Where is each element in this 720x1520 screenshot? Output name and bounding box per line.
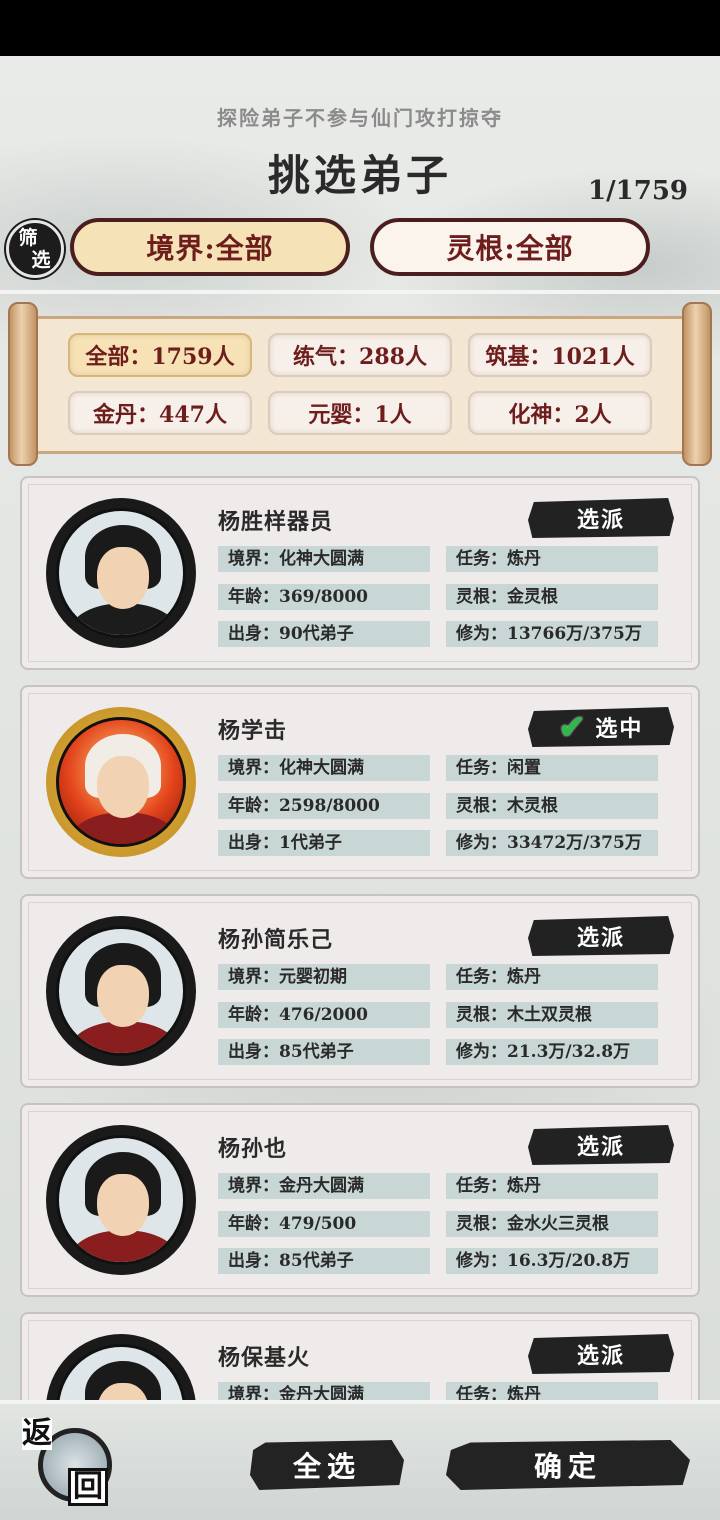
stat-label: 筑基：1021人 [485,344,635,370]
divider [0,290,720,294]
stat-label: 金丹：447人 [93,402,227,428]
root-field: 灵根：木土双灵根 [446,1002,658,1028]
back-label-top: 返 [22,1416,52,1451]
select-all-button[interactable]: 全选 [250,1440,404,1490]
scroll-rod-right [682,302,712,466]
avatar [46,1125,196,1275]
task-field: 任务：炼丹 [446,1382,658,1400]
root-field: 灵根：木灵根 [446,793,658,819]
stat-tab-yuanying[interactable]: 元婴：1人 [268,391,452,435]
realm-filter-button[interactable]: 境界:全部 [70,218,350,276]
stat-label: 全部：1759人 [85,344,235,370]
disciple-card: 杨孙也 选派 境界：金丹大圆满 任务：炼丹 年龄：479/500 灵根：金水火三… [20,1103,700,1297]
origin-field: 出身：85代弟子 [218,1248,430,1274]
dispatch-button[interactable]: 选派 [528,1125,674,1165]
disciple-card: 杨孙简乐己 选派 境界：元婴初期 任务：炼丹 年龄：476/2000 灵根：木土… [20,894,700,1088]
back-button[interactable]: 返 回 [22,1418,112,1510]
task-field: 任务：闲置 [446,755,658,781]
stat-label: 化神：2人 [508,402,612,428]
filter-icon-top: 筛 [18,227,38,249]
disciple-card: 杨胜样器员 选派 境界：化神大圆满 任务：炼丹 年龄：369/8000 灵根：金… [20,476,700,670]
dispatch-label: 选派 [576,1343,625,1369]
realm-field: 境界：元婴初期 [218,964,430,990]
task-field: 任务：炼丹 [446,964,658,990]
cultivation-field: 修为：21.3万/32.8万 [446,1039,658,1065]
disciple-card: 杨保基火 选派 境界：金丹大圆满 任务：炼丹 [20,1312,700,1400]
avatar [46,916,196,1066]
task-field: 任务：炼丹 [446,1173,658,1199]
filter-icon-bottom: 选 [31,249,51,271]
cultivation-field: 修为：13766万/375万 [446,621,658,647]
dispatch-label: 选派 [576,925,625,951]
filter-icon: 筛 选 [6,220,64,278]
origin-field: 出身：85代弟子 [218,1039,430,1065]
dispatch-label: 选派 [576,1134,625,1160]
stat-label: 元婴：1人 [308,402,412,428]
disciple-list[interactable]: 杨胜样器员 选派 境界：化神大圆满 任务：炼丹 年龄：369/8000 灵根：金… [0,474,720,1400]
disciple-name: 杨孙也 [218,1136,288,1162]
header-tip: 探险弟子不参与仙门攻打掠夺 [217,106,503,130]
scroll-rod-left [8,302,38,466]
avatar [46,1334,196,1400]
root-field: 灵根：金水火三灵根 [446,1211,658,1237]
disciple-card: 杨学击 ✔ 选中 境界：化神大圆满 任务：闲置 年龄：2598/8000 灵根：… [20,685,700,879]
age-field: 年龄：476/2000 [218,1002,430,1028]
stat-tab-lianqi[interactable]: 练气：288人 [268,333,452,377]
disciple-name: 杨学击 [218,718,288,744]
age-field: 年龄：369/8000 [218,584,430,610]
disciple-name: 杨胜样器员 [218,509,334,535]
stat-tab-jindan[interactable]: 金丹：447人 [68,391,252,435]
check-icon: ✔ [558,708,588,746]
selection-count: 1/1759 [588,176,688,206]
dispatch-button[interactable]: 选派 [528,916,674,956]
stat-tab-all[interactable]: 全部：1759人 [68,333,252,377]
realm-field: 境界：金丹大圆满 [218,1382,430,1400]
cultivation-field: 修为：33472万/375万 [446,830,658,856]
stat-tab-zhuji[interactable]: 筑基：1021人 [468,333,652,377]
selected-label: 选中 [595,716,644,742]
root-filter-button[interactable]: 灵根:全部 [370,218,650,276]
dispatch-label: 选派 [576,507,625,533]
age-field: 年龄：2598/8000 [218,793,430,819]
age-field: 年龄：479/500 [218,1211,430,1237]
avatar [46,498,196,648]
task-field: 任务：炼丹 [446,546,658,572]
origin-field: 出身：90代弟子 [218,621,430,647]
stat-tab-huashen[interactable]: 化神：2人 [468,391,652,435]
disciple-name: 杨保基火 [218,1345,311,1371]
origin-field: 出身：1代弟子 [218,830,430,856]
stat-label: 练气：288人 [293,344,427,370]
confirm-button[interactable]: 确定 [446,1440,690,1490]
realm-stats-scroll: 全部：1759人 练气：288人 筑基：1021人 金丹：447人 元婴：1人 … [8,302,712,466]
realm-field: 境界：金丹大圆满 [218,1173,430,1199]
dispatch-button[interactable]: 选派 [528,1334,674,1374]
cultivation-field: 修为：16.3万/20.8万 [446,1248,658,1274]
back-label-bottom: 回 [68,1468,108,1506]
root-field: 灵根：金灵根 [446,584,658,610]
selected-button[interactable]: ✔ 选中 [528,707,674,747]
avatar [46,707,196,857]
disciple-name: 杨孙简乐己 [218,927,334,953]
status-bar [0,0,720,56]
confirm-label: 确定 [533,1450,602,1483]
dispatch-button[interactable]: 选派 [528,498,674,538]
realm-field: 境界：化神大圆满 [218,755,430,781]
select-all-label: 全选 [292,1450,361,1483]
realm-field: 境界：化神大圆满 [218,546,430,572]
